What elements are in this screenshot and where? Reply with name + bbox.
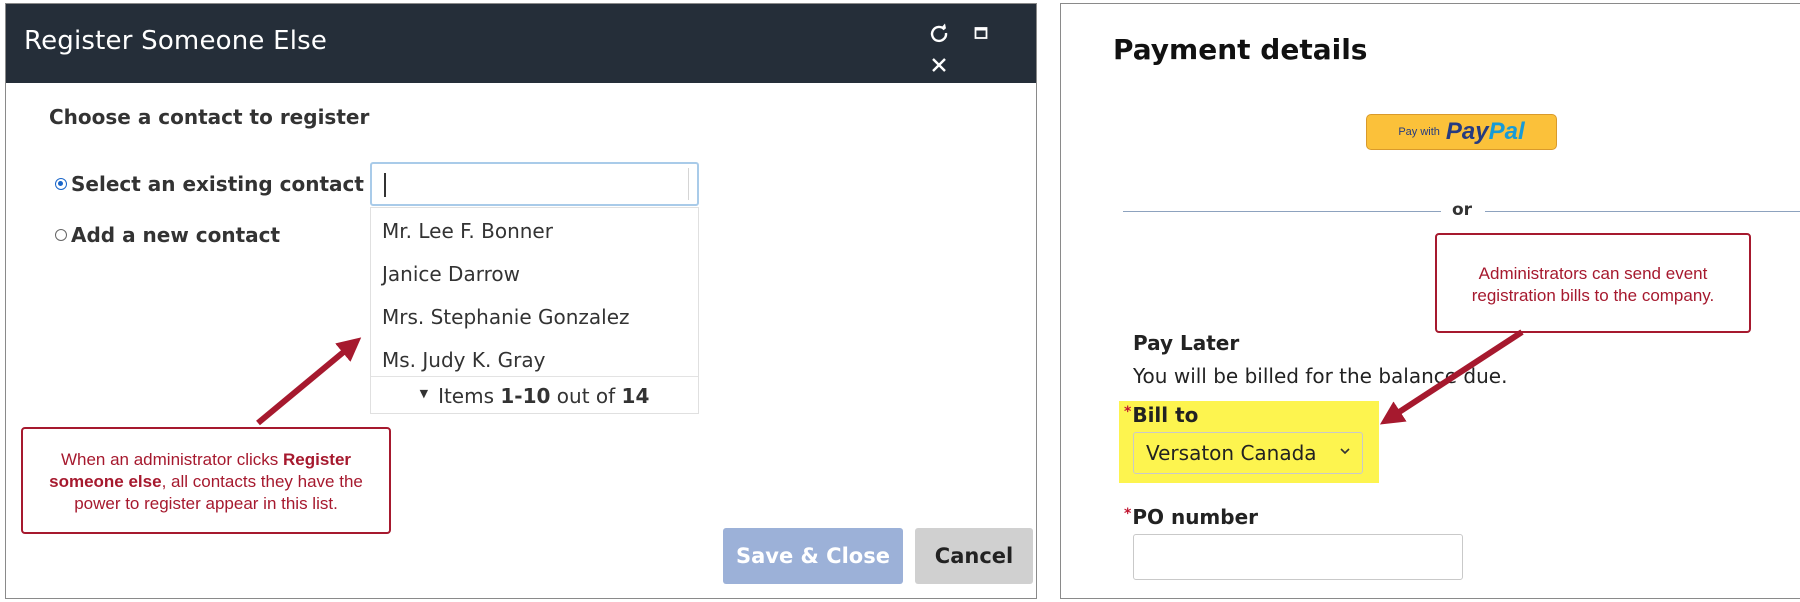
radio-existing-label: Select an existing contact <box>71 172 364 196</box>
paypal-prefix: Pay with <box>1398 126 1440 138</box>
refresh-icon[interactable] <box>928 22 950 44</box>
required-asterisk-icon: * <box>1124 506 1132 522</box>
chevron-down-icon <box>1340 443 1350 459</box>
callout-text-part1: When an administrator clicks <box>60 450 279 469</box>
paypal-logo-pal: Pal <box>1488 118 1525 145</box>
contact-dropdown-list: Mr. Lee F. Bonner Janice Darrow Mrs. Ste… <box>370 207 699 414</box>
save-close-button[interactable]: Save & Close <box>723 528 903 584</box>
radio-existing-contact[interactable]: Select an existing contact <box>55 172 364 196</box>
paypal-logo: PayPal <box>1446 118 1525 146</box>
pay-later-description: You will be billed for the balance due. <box>1133 364 1508 388</box>
pager-total: 14 <box>621 384 650 408</box>
bill-to-label: *Bill to <box>1124 403 1198 427</box>
po-number-label: *PO number <box>1124 505 1258 529</box>
payment-panel: Payment details Pay with PayPal or Admin… <box>1060 3 1800 599</box>
paypal-logo-pay: Pay <box>1445 118 1489 145</box>
list-item[interactable]: Janice Darrow <box>382 262 520 286</box>
pager: ▼ Items 1-10 out of 14 <box>371 376 698 415</box>
combo-divider <box>688 168 689 200</box>
po-number-input[interactable] <box>1133 534 1463 580</box>
list-item[interactable]: Mr. Lee F. Bonner <box>382 219 553 243</box>
dialog-title: Register Someone Else <box>24 26 328 56</box>
maximize-icon[interactable] <box>970 22 992 44</box>
triangle-down-icon[interactable]: ▼ <box>420 387 428 400</box>
radio-unselected-icon[interactable] <box>55 229 67 241</box>
pager-prefix: Items <box>438 384 495 408</box>
list-item[interactable]: Ms. Judy K. Gray <box>382 348 546 372</box>
paypal-button[interactable]: Pay with PayPal <box>1366 114 1557 150</box>
radio-new-label: Add a new contact <box>71 223 281 247</box>
cancel-button[interactable]: Cancel <box>915 528 1033 584</box>
required-asterisk-icon: * <box>1124 404 1132 420</box>
page-title: Payment details <box>1113 33 1368 66</box>
list-item[interactable]: Mrs. Stephanie Gonzalez <box>382 305 630 329</box>
po-number-label-text: PO number <box>1132 505 1259 529</box>
bill-to-label-text: Bill to <box>1132 403 1199 427</box>
callout-register-note: When an administrator clicks Register so… <box>21 427 391 534</box>
or-separator: or <box>1452 200 1473 220</box>
callout-billing-note: Administrators can send event registrati… <box>1435 233 1751 333</box>
radio-selected-icon[interactable] <box>55 178 67 190</box>
divider-left <box>1123 211 1441 212</box>
bill-to-select[interactable]: Versaton Canada <box>1133 432 1363 474</box>
bill-to-value: Versaton Canada <box>1146 441 1317 465</box>
register-dialog: Register Someone Else Choose a contact t… <box>5 3 1037 599</box>
pay-later-label: Pay Later <box>1133 331 1240 355</box>
radio-new-contact[interactable]: Add a new contact <box>55 223 280 247</box>
pager-middle: out of <box>556 384 616 408</box>
pager-range: 1-10 <box>500 384 551 408</box>
contact-search-input[interactable] <box>370 162 699 206</box>
section-label: Choose a contact to register <box>49 105 370 129</box>
text-cursor <box>384 173 386 197</box>
close-icon[interactable] <box>928 54 950 76</box>
divider-right <box>1485 211 1800 212</box>
dialog-titlebar: Register Someone Else <box>6 4 1036 83</box>
